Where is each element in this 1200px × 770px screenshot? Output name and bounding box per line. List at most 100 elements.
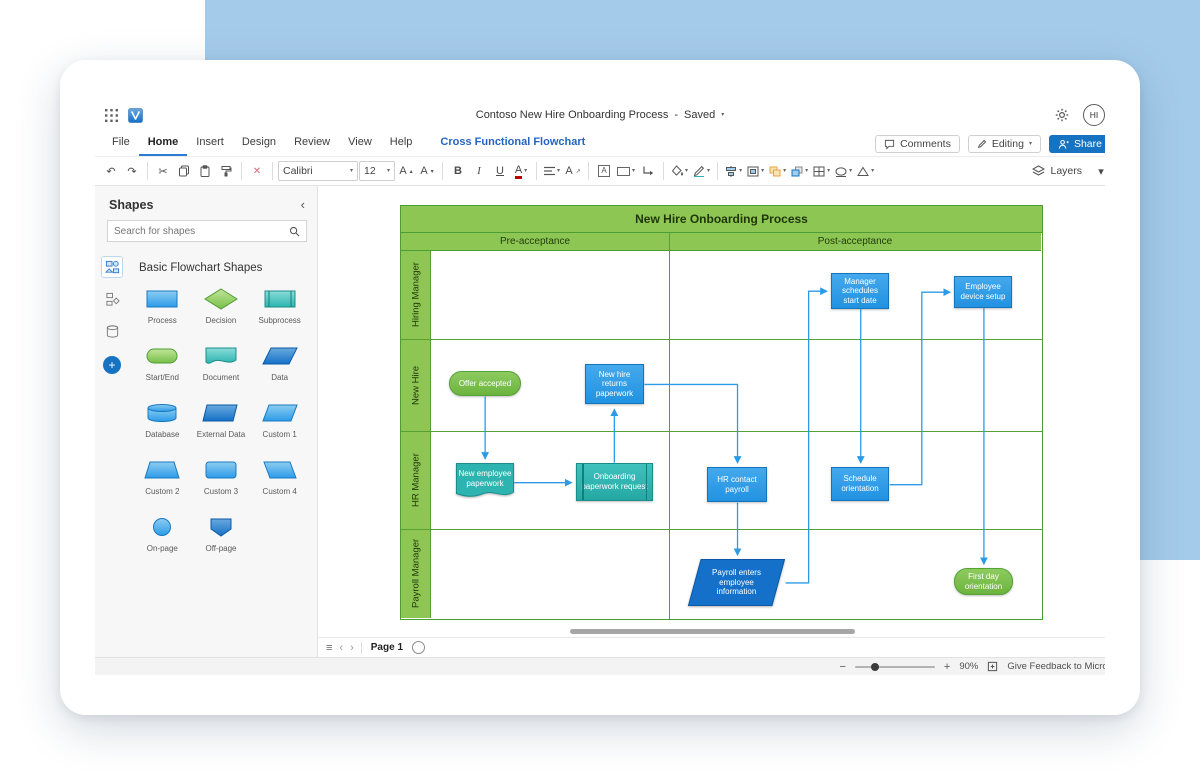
stencil-shape-document[interactable]: Document	[192, 345, 251, 382]
align-shapes-button[interactable]: ▾	[723, 160, 744, 182]
app-window: Contoso New Hire Onboarding Process - Sa…	[60, 60, 1140, 715]
node-schedule-orientation[interactable]: Schedule orientation	[831, 467, 889, 501]
chevron-down-icon: ▾	[387, 168, 390, 174]
node-new-hire-returns-paperwork[interactable]: New hire returns paperwork	[585, 364, 644, 404]
stencil-shape-external-data[interactable]: External Data	[192, 402, 251, 439]
search-icon[interactable]	[289, 226, 300, 237]
visio-logo-icon[interactable]	[128, 108, 143, 123]
settings-gear-icon[interactable]	[1055, 108, 1069, 122]
format-painter-button[interactable]	[216, 160, 236, 182]
stencil-shape-database[interactable]: Database	[133, 402, 192, 439]
add-stencil-button[interactable]: +	[103, 356, 121, 374]
line-color-button[interactable]: ▾	[691, 160, 712, 182]
shrink-font-button[interactable]: A▾	[417, 160, 437, 182]
zoom-slider-thumb[interactable]	[871, 663, 879, 671]
node-hr-contact-payroll[interactable]: HR contact payroll	[707, 467, 767, 502]
menu-insert[interactable]: Insert	[187, 131, 233, 156]
add-page-button[interactable]	[412, 641, 425, 654]
bring-forward-button[interactable]: ▾	[789, 160, 810, 182]
text-align-button[interactable]: ▾	[542, 160, 562, 182]
shape-button[interactable]: ▾	[615, 160, 637, 182]
font-size-select[interactable]: 12 ▾	[359, 161, 395, 181]
node-new-employee-paperwork[interactable]: New employee paperwork	[456, 463, 514, 501]
node-offer-accepted[interactable]: Offer accepted	[449, 371, 521, 396]
drawing-canvas[interactable]: New Hire Onboarding Process Pre-acceptan…	[318, 186, 1105, 637]
underline-button[interactable]: U	[490, 160, 510, 182]
share-button[interactable]: Share ▾	[1049, 135, 1105, 153]
fit-to-window-icon[interactable]	[987, 661, 998, 672]
page-list-icon[interactable]: ≡	[326, 642, 332, 654]
stencil-shape-data[interactable]: Data	[250, 345, 309, 382]
stencil-shape-custom-4[interactable]: Custom 4	[250, 459, 309, 496]
menu-design[interactable]: Design	[233, 131, 285, 156]
change-shape-button[interactable]: ▾	[855, 160, 876, 182]
node-onboarding-paperwork-request[interactable]: Onboarding paperwork request	[576, 463, 653, 501]
ribbon-toolbar: ↶ ↷ ✂ ✕ Calibri ▾ 12 ▾ A▴ A▾ B I U A▾	[95, 156, 1105, 186]
connector[interactable]	[890, 292, 950, 484]
stencil-shape-decision[interactable]: Decision	[192, 288, 251, 325]
editing-mode-dropdown[interactable]: Editing ▾	[968, 135, 1041, 153]
shape-search-input[interactable]	[114, 226, 289, 237]
previous-page-button[interactable]: ‹	[339, 642, 343, 654]
position-button[interactable]: ▾	[745, 160, 766, 182]
account-avatar[interactable]: HI	[1083, 104, 1105, 126]
collapse-panel-button[interactable]: ‹	[301, 197, 305, 212]
stencil-tab-containers[interactable]	[101, 320, 123, 342]
stencil-shape-start-end[interactable]: Start/End	[133, 345, 192, 382]
delete-button[interactable]: ✕	[247, 160, 267, 182]
zoom-out-button[interactable]: −	[839, 661, 845, 673]
menu-review[interactable]: Review	[285, 131, 339, 156]
text-box-button[interactable]: A	[594, 160, 614, 182]
chevron-down-icon: ▾	[685, 168, 688, 174]
next-page-button[interactable]: ›	[350, 642, 354, 654]
connector-icon	[642, 165, 654, 177]
font-name-select[interactable]: Calibri ▾	[278, 161, 358, 181]
zoom-level[interactable]: 90%	[959, 661, 978, 672]
layers-button[interactable]: Layers	[1024, 162, 1090, 180]
group-button[interactable]: ▾	[767, 160, 788, 182]
zoom-in-button[interactable]: +	[944, 661, 950, 673]
stencil-shape-custom-1[interactable]: Custom 1	[250, 402, 309, 439]
zoom-slider[interactable]	[855, 666, 935, 668]
stencil-shape-subprocess[interactable]: Subprocess	[250, 288, 309, 325]
stencil-shape-custom-2[interactable]: Custom 2	[133, 459, 192, 496]
menu-help[interactable]: Help	[381, 131, 422, 156]
cut-button[interactable]: ✂	[153, 160, 173, 182]
comments-button[interactable]: Comments	[875, 135, 960, 153]
connector[interactable]	[644, 384, 737, 462]
font-color-button[interactable]: A▾	[511, 160, 531, 182]
title-chevron-icon[interactable]: ▾	[721, 112, 724, 118]
app-launcher-waffle-icon[interactable]	[105, 109, 118, 122]
stencil-tab-flowchart[interactable]	[101, 288, 123, 310]
give-feedback-link[interactable]: Give Feedback to Microsoft	[1007, 661, 1105, 672]
connector-button[interactable]	[638, 160, 658, 182]
node-payroll-enters-employee-information[interactable]: Payroll enters employee information	[688, 559, 785, 606]
menu-home[interactable]: Home	[139, 131, 188, 156]
node-first-day-orientation[interactable]: First day orientation	[954, 568, 1013, 595]
stencil-shape-process[interactable]: Process	[133, 288, 192, 325]
redo-button[interactable]: ↷	[122, 160, 142, 182]
paste-button[interactable]	[195, 160, 215, 182]
italic-button[interactable]: I	[469, 160, 489, 182]
node-employee-device-setup[interactable]: Employee device setup	[954, 276, 1012, 308]
stencil-shape-on-page[interactable]: On-page	[133, 516, 192, 553]
autofit-text-button[interactable]: A↗	[563, 160, 583, 182]
menu-cross-functional-flowchart[interactable]: Cross Functional Flowchart	[431, 131, 594, 156]
fill-color-button[interactable]: ▾	[669, 160, 690, 182]
stencil-shape-off-page[interactable]: Off-page	[192, 516, 251, 553]
page-tab[interactable]: Page 1	[369, 642, 405, 653]
connector[interactable]	[786, 291, 827, 583]
auto-align-button[interactable]: ▾	[811, 160, 832, 182]
menu-file[interactable]: File	[103, 131, 139, 156]
horizontal-scrollbar[interactable]	[570, 629, 855, 634]
ribbon-overflow-button[interactable]: ▾	[1091, 160, 1105, 182]
menu-view[interactable]: View	[339, 131, 381, 156]
undo-button[interactable]: ↶	[101, 160, 121, 182]
shape-effects-button[interactable]: ▾	[833, 160, 854, 182]
stencil-shape-custom-3[interactable]: Custom 3	[192, 459, 251, 496]
stencil-tab-basic-shapes[interactable]	[101, 256, 123, 278]
grow-font-button[interactable]: A▴	[396, 160, 416, 182]
node-manager-schedules-start-date[interactable]: Manager schedules start date	[831, 273, 889, 309]
bold-button[interactable]: B	[448, 160, 468, 182]
copy-button[interactable]	[174, 160, 194, 182]
